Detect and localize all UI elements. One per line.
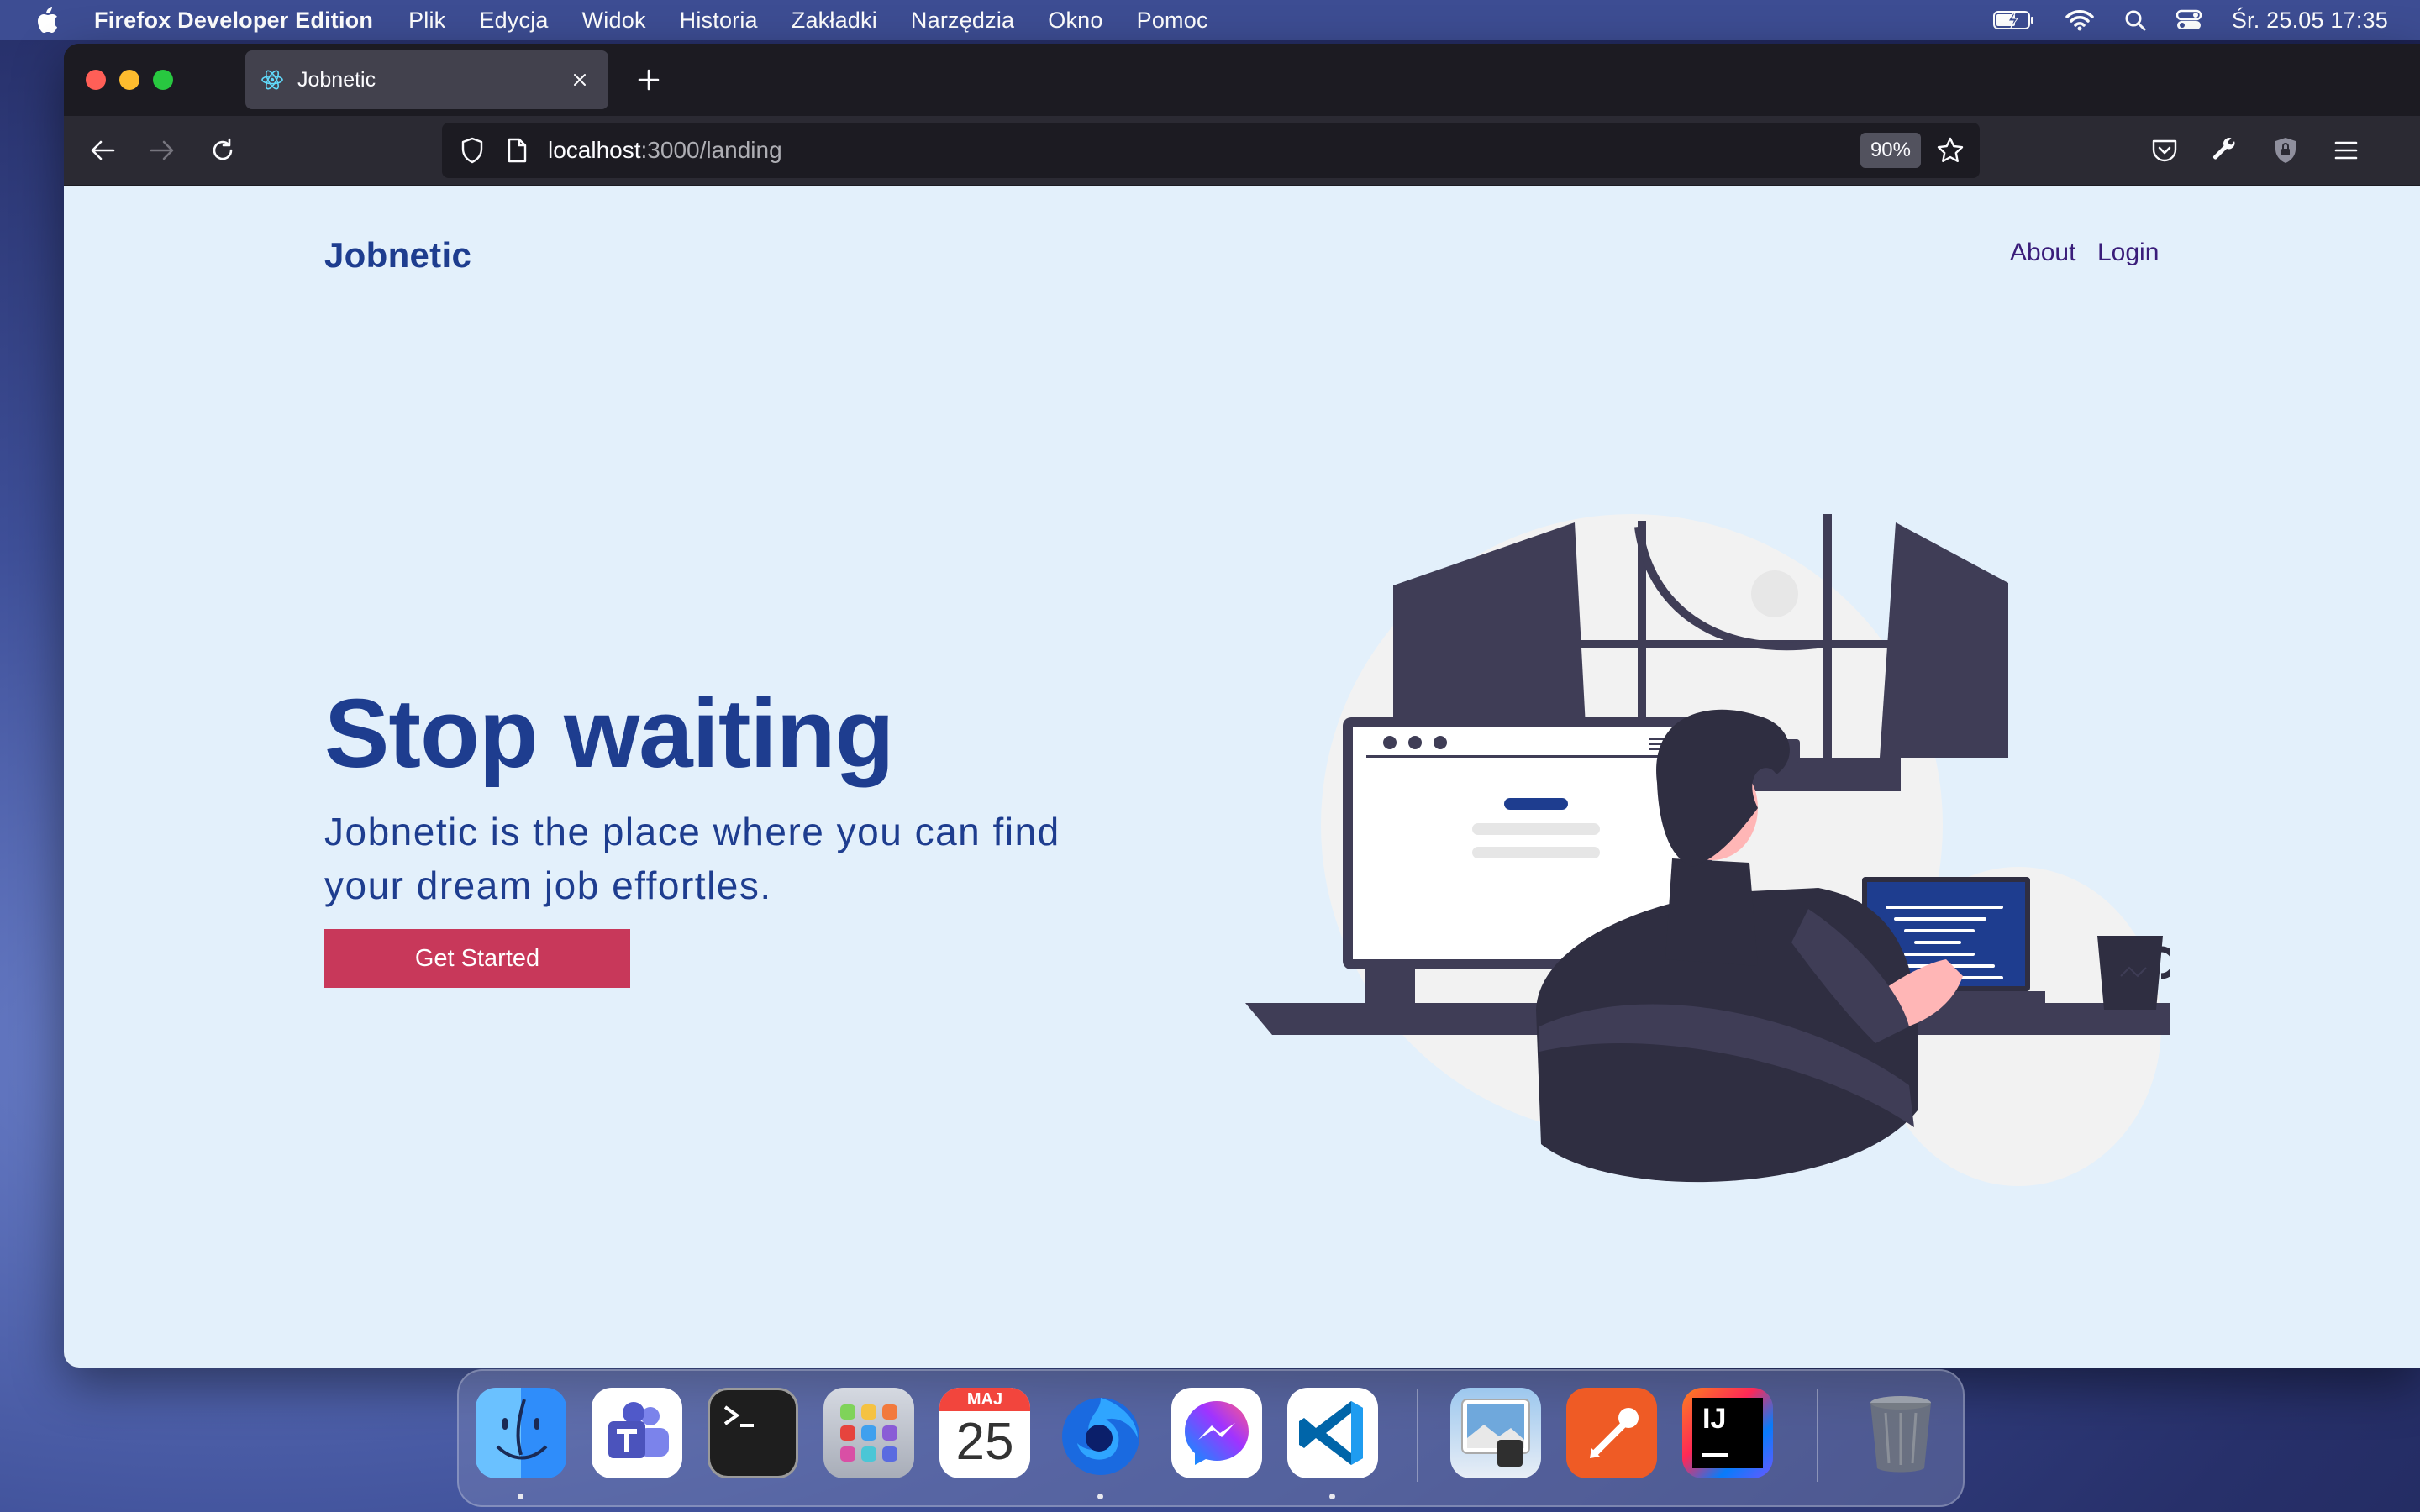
wifi-icon[interactable] <box>2065 9 2094 31</box>
browser-window: Jobnetic localhost:3000/landing 90% Job… <box>64 44 2420 1368</box>
intellij-label: IJ <box>1692 1398 1763 1468</box>
window-maximize-button[interactable] <box>153 70 173 90</box>
battery-icon[interactable] <box>1992 10 2035 30</box>
nav-about-link[interactable]: About <box>2010 239 2075 267</box>
macos-menu-bar: Firefox Developer Edition Plik Edycja Wi… <box>0 0 2420 40</box>
tracking-protection-shield-icon[interactable] <box>457 137 487 164</box>
page-info-icon[interactable] <box>504 138 529 163</box>
get-started-button[interactable]: Get Started <box>324 929 630 988</box>
launchpad-icon[interactable] <box>823 1388 914 1478</box>
preview-icon[interactable] <box>1450 1388 1541 1478</box>
postman-icon[interactable] <box>1566 1388 1657 1478</box>
menu-okno[interactable]: Okno <box>1048 8 1102 34</box>
terminal-icon[interactable] <box>708 1388 798 1478</box>
intellij-underscore <box>1702 1453 1728 1457</box>
page-viewport: Jobnetic About Login Stop waiting Jobnet… <box>64 186 2420 1368</box>
tab-title: Jobnetic <box>297 67 376 92</box>
menu-pomoc[interactable]: Pomoc <box>1137 8 1208 34</box>
hero-title: Stop waiting <box>324 679 894 788</box>
developer-tools-wrench-icon[interactable] <box>2207 133 2243 168</box>
url-path: :3000/landing <box>640 137 782 163</box>
hamburger-menu-icon[interactable] <box>2328 133 2364 168</box>
apple-icon[interactable] <box>35 6 60 34</box>
bookmark-star-icon[interactable] <box>1934 134 1966 166</box>
tab-bar: Jobnetic <box>64 44 2420 116</box>
url-host: localhost <box>548 137 641 163</box>
status-area: Śr. 25.05 17:35 <box>1992 0 2388 40</box>
calendar-icon[interactable]: MAJ 25 <box>939 1388 1030 1478</box>
spotlight-search-icon[interactable] <box>2124 9 2146 31</box>
site-logo[interactable]: Jobnetic <box>324 235 471 276</box>
finder-icon[interactable] <box>476 1388 566 1478</box>
tab-jobnetic[interactable]: Jobnetic <box>245 50 608 109</box>
url-bar[interactable]: localhost:3000/landing 90% <box>442 123 1980 178</box>
menubar-clock[interactable]: Śr. 25.05 17:35 <box>2232 8 2388 34</box>
tab-close-icon[interactable] <box>566 66 593 93</box>
menu-widok[interactable]: Widok <box>582 8 646 34</box>
firefox-developer-edition-icon[interactable] <box>1055 1388 1146 1478</box>
intellij-idea-icon[interactable]: IJ <box>1682 1388 1773 1478</box>
messenger-icon[interactable] <box>1171 1388 1262 1478</box>
zoom-level-badge[interactable]: 90% <box>1860 133 1921 168</box>
firefox-running-indicator <box>1097 1494 1103 1499</box>
trash-icon[interactable] <box>1855 1388 1946 1478</box>
dock-separator-trash <box>1817 1389 1818 1482</box>
menu-plik[interactable]: Plik <box>408 8 445 34</box>
calendar-month: MAJ <box>939 1388 1030 1411</box>
app-menu-name[interactable]: Firefox Developer Edition <box>94 8 373 34</box>
dock-separator <box>1417 1389 1418 1482</box>
privacy-badge-shield-icon[interactable] <box>2268 133 2303 168</box>
macos-dock: MAJ 25 IJ <box>457 1369 1965 1507</box>
reload-icon[interactable] <box>205 133 240 168</box>
menu-historia[interactable]: Historia <box>680 8 758 34</box>
window-close-button[interactable] <box>86 70 106 90</box>
nav-login-link[interactable]: Login <box>2097 239 2159 267</box>
menu-zakladki[interactable]: Zakładki <box>792 8 877 34</box>
react-favicon-icon <box>260 67 286 92</box>
menu-edycja[interactable]: Edycja <box>479 8 548 34</box>
window-minimize-button[interactable] <box>119 70 139 90</box>
microsoft-teams-icon[interactable] <box>592 1388 682 1478</box>
visual-studio-code-icon[interactable] <box>1287 1388 1378 1478</box>
control-center-icon[interactable] <box>2175 9 2202 31</box>
finder-running-indicator <box>518 1494 523 1499</box>
forward-arrow-icon[interactable] <box>145 133 180 168</box>
hero-illustration <box>1245 514 2170 1186</box>
new-tab-icon[interactable] <box>634 65 664 95</box>
hero-subtitle: Jobnetic is the place where you can find… <box>324 810 1060 907</box>
vscode-running-indicator <box>1329 1494 1335 1499</box>
pocket-icon[interactable] <box>2147 133 2182 168</box>
calendar-day: 25 <box>955 1413 1014 1471</box>
back-arrow-icon[interactable] <box>85 133 120 168</box>
navigation-toolbar: localhost:3000/landing 90% <box>64 116 2420 185</box>
menu-narzedzia[interactable]: Narzędzia <box>911 8 1014 34</box>
